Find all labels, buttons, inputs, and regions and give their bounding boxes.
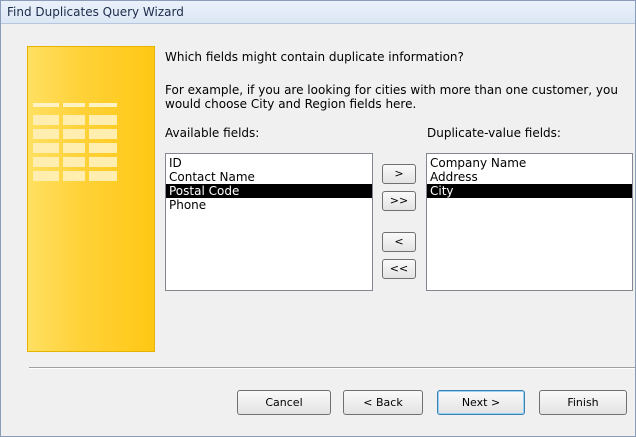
list-item-selected[interactable]: Postal Code [166, 184, 372, 198]
wizard-question: Which fields might contain duplicate inf… [165, 50, 464, 64]
example-text-line1: For example, if you are looking for citi… [165, 83, 618, 97]
next-button[interactable]: Next > [437, 390, 525, 415]
available-fields-label: Available fields: [165, 126, 260, 140]
remove-all-fields-button[interactable]: << [382, 259, 416, 279]
list-item[interactable]: ID [166, 156, 372, 170]
add-field-button[interactable]: > [382, 164, 416, 184]
finish-button[interactable]: Finish [539, 390, 627, 415]
table-illustration-icon [33, 103, 123, 187]
example-text-line2: would choose City and Region fields here… [165, 97, 417, 111]
wizard-illustration [27, 46, 155, 352]
list-item-selected[interactable]: City [427, 184, 632, 198]
list-item[interactable]: Contact Name [166, 170, 372, 184]
list-item[interactable]: Phone [166, 198, 372, 212]
title-bar: Find Duplicates Query Wizard [1, 1, 635, 24]
footer-divider [29, 367, 635, 369]
list-item[interactable]: Company Name [427, 156, 632, 170]
window-title: Find Duplicates Query Wizard [7, 5, 184, 19]
cancel-button[interactable]: Cancel [237, 390, 331, 415]
available-fields-list[interactable]: ID Contact Name Postal Code Phone [165, 153, 373, 291]
list-item[interactable]: Address [427, 170, 632, 184]
remove-field-button[interactable]: < [382, 232, 416, 252]
back-button[interactable]: < Back [343, 390, 423, 415]
duplicate-fields-list[interactable]: Company Name Address City [426, 153, 633, 291]
duplicate-fields-label: Duplicate-value fields: [427, 126, 561, 140]
add-all-fields-button[interactable]: >> [382, 191, 416, 211]
wizard-window: Find Duplicates Query Wizard Which field… [0, 0, 636, 437]
